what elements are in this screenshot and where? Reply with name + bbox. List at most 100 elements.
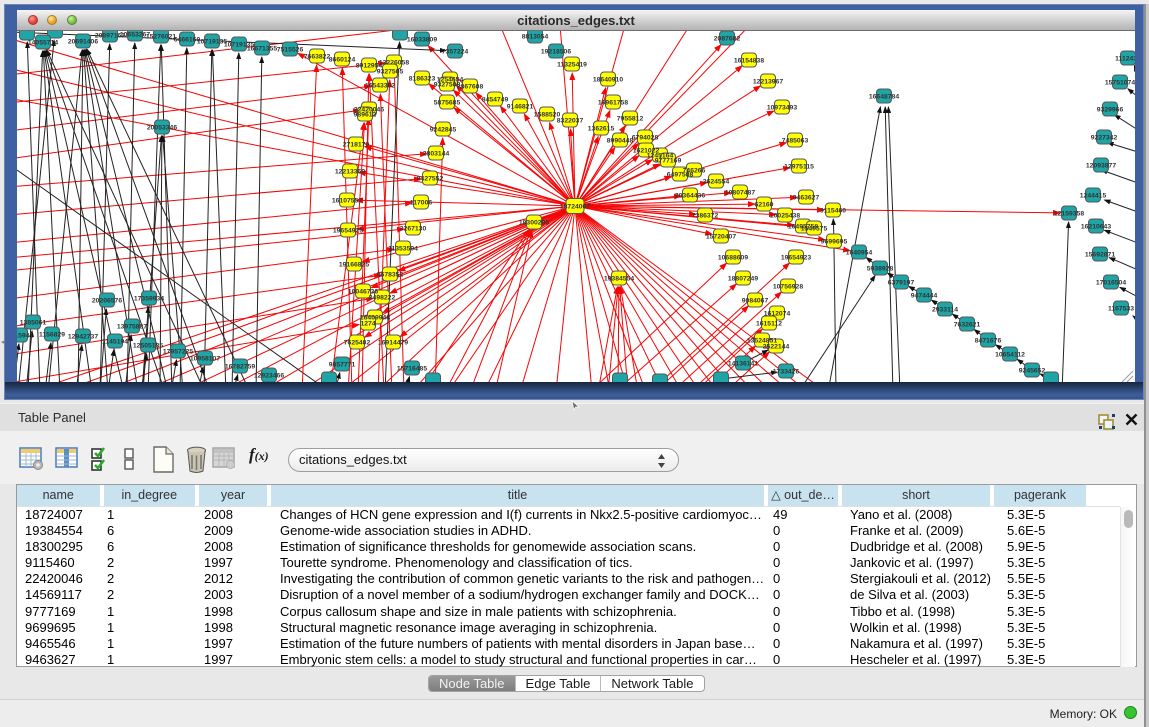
svg-text:8990448: 8990448 [607,137,634,144]
svg-text:16671355: 16671355 [247,45,277,52]
svg-text:2933114: 2933114 [932,306,958,313]
svg-text:13975887: 13975887 [117,323,147,330]
svg-text:1274: 1274 [360,320,375,327]
svg-text:15692871: 15692871 [1085,251,1115,258]
svg-text:5875685: 5875685 [434,99,461,106]
svg-text:13226058: 13226058 [379,59,409,66]
svg-text:1385061: 1385061 [20,319,47,326]
svg-text:18724007: 18724007 [560,203,590,210]
svg-text:9857771: 9857771 [329,361,356,368]
svg-text:5938928: 5938928 [867,265,894,272]
svg-text:19384554: 19384554 [604,275,634,282]
svg-text:10025438: 10025438 [770,212,800,219]
svg-text:19218506: 19218506 [541,48,571,55]
svg-text:6497508: 6497508 [667,171,694,178]
svg-text:16543382: 16543382 [365,82,395,89]
svg-text:8678352: 8678352 [377,271,404,278]
svg-text:7485063: 7485063 [782,137,809,144]
svg-text:8660124: 8660124 [329,56,356,63]
svg-text:989612: 989612 [354,111,377,118]
svg-text:3915941: 3915941 [17,332,33,339]
svg-text:117006: 117006 [410,199,433,206]
svg-text:9242845: 9242845 [430,126,457,133]
svg-text:9463627: 9463627 [793,194,820,201]
svg-text:12975115: 12975115 [784,163,814,170]
svg-text:62160: 62160 [755,201,774,208]
svg-text:20206576: 20206576 [92,297,122,304]
svg-text:7625402: 7625402 [344,339,371,346]
svg-text:15720407: 15720407 [706,233,736,240]
svg-text:12505135: 12505135 [133,342,163,349]
svg-text:16033809: 16033809 [407,36,437,43]
svg-text:2803144: 2803144 [423,150,450,157]
svg-text:6379197: 6379197 [888,279,915,286]
svg-text:18640910: 18640910 [593,76,623,83]
svg-text:3498222: 3498222 [369,294,396,301]
svg-text:10973493: 10973493 [767,104,797,111]
svg-text:1167533: 1167533 [1108,305,1134,312]
svg-text:9115460: 9115460 [820,207,846,214]
svg-text:8471676: 8471676 [975,337,1002,344]
svg-text:19166825: 19166825 [339,261,369,268]
svg-text:7386372: 7386372 [692,212,719,219]
svg-text:10756928: 10756928 [773,283,803,290]
svg-text:10807487: 10807487 [725,189,755,196]
svg-text:15716485: 15716485 [397,365,427,372]
svg-text:17016504: 17016504 [1096,279,1126,286]
svg-text:7663822: 7663822 [304,53,331,60]
svg-text:12942737: 12942737 [68,333,98,340]
svg-text:16914479: 16914479 [378,339,408,346]
svg-text:2718170: 2718170 [343,141,370,148]
svg-text:9327505: 9327505 [377,68,404,75]
svg-text:10688609: 10688609 [718,254,748,261]
svg-text:7515526: 7515526 [277,46,304,53]
svg-text:2087682: 2087682 [714,35,741,42]
svg-text:2867608: 2867608 [457,83,484,90]
svg-text:3624554: 3624554 [703,178,730,185]
svg-text:9146821: 9146821 [507,103,534,110]
svg-text:11353594: 11353594 [388,245,418,252]
svg-text:9699695: 9699695 [821,238,848,245]
svg-text:1615112: 1615112 [756,320,782,327]
svg-text:1612074: 1612074 [764,310,791,317]
svg-text:9245652: 9245652 [1019,367,1046,374]
svg-text:9329966: 9329966 [1097,106,1124,113]
svg-text:20053346: 20053346 [147,124,177,131]
svg-text:14055714: 14055714 [28,39,58,46]
svg-text:16961758: 16961758 [598,99,628,106]
svg-text:1733426: 1733426 [773,368,800,375]
svg-text:17957225: 17957225 [163,348,193,355]
svg-text:8427552: 8427552 [417,175,444,182]
svg-text:12093877: 12093877 [1086,162,1116,169]
svg-text:7357224: 7357224 [442,48,469,55]
svg-text:16107552: 16107552 [332,197,362,204]
svg-text:1145194: 1145194 [102,338,128,345]
svg-text:10654112: 10654112 [995,351,1025,358]
svg-text:9084067: 9084067 [742,297,769,304]
svg-text:3267130: 3267130 [400,225,427,232]
svg-text:15276021: 15276021 [146,33,176,40]
svg-text:16648784: 16648784 [869,93,899,100]
svg-text:9474444: 9474444 [911,292,938,299]
svg-text:18300295: 18300295 [519,219,549,226]
svg-text:7632621: 7632621 [954,321,981,328]
svg-text:18807249: 18807249 [728,275,758,282]
svg-text:8322037: 8322037 [557,117,584,124]
svg-text:1640954: 1640954 [846,249,873,256]
svg-text:19654923: 19654923 [781,254,811,261]
svg-text:2522144: 2522144 [763,343,790,350]
svg-text:16210643: 16210643 [1081,223,1111,230]
svg-text:15751074: 15751074 [1105,79,1135,86]
svg-text:1156829: 1156829 [39,331,65,338]
svg-text:9777169: 9777169 [655,157,682,164]
svg-text:12159358: 12159358 [1054,210,1084,217]
svg-text:12213967: 12213967 [753,78,783,85]
svg-text:19654925: 19654925 [333,227,363,234]
svg-text:7955812: 7955812 [617,115,644,122]
svg-text:8813054: 8813054 [522,33,549,40]
svg-text:6794028: 6794028 [632,134,659,141]
svg-text:1362615: 1362615 [588,125,615,132]
svg-text:1112437: 1112437 [1115,55,1135,62]
svg-text:10719135: 10719135 [197,38,227,45]
svg-text:1549575: 1549575 [801,225,828,232]
